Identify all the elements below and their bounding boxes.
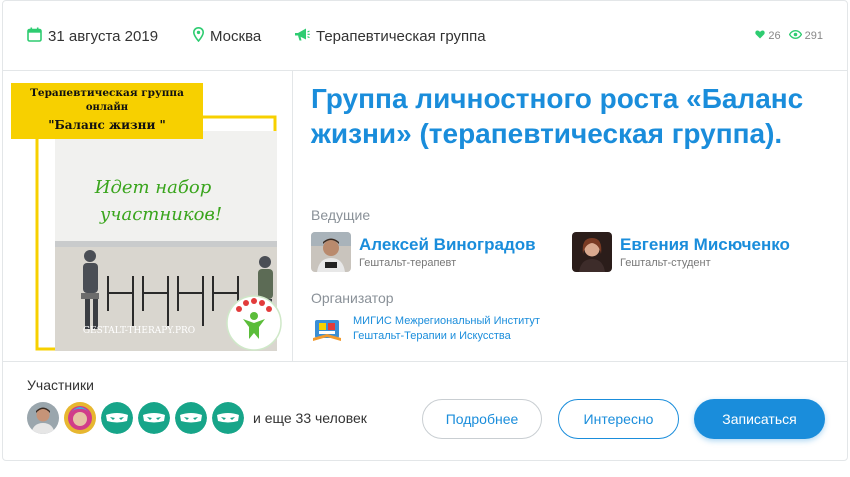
participants-label: Участники [27, 377, 94, 393]
interest-button[interactable]: Интересно [558, 399, 679, 439]
event-date-text: 31 августа 2019 [48, 28, 159, 45]
hosts-label: Ведущие [311, 207, 371, 223]
avatar[interactable] [101, 402, 133, 434]
calendar-icon [27, 27, 42, 46]
participants-section: Участники и еще 33 человек Подробнее Инт… [3, 361, 847, 461]
event-type-text: Терапевтическая группа [316, 28, 486, 45]
avatar[interactable] [27, 402, 59, 434]
event-poster[interactable]: Идет набор участников! Терапевтическая г… [3, 71, 293, 361]
participant-avatars: и еще 33 человек [27, 402, 367, 434]
event-city: Москва [192, 26, 262, 46]
likes-stat[interactable]: 26 [755, 30, 781, 42]
host-name[interactable]: Евгения Мисюченко [620, 235, 790, 255]
event-content: Группа личностного роста «Баланс жизни» … [311, 81, 841, 151]
event-card: 31 августа 2019 Москва Терапевтическая г… [2, 0, 848, 461]
organizer[interactable]: МИГИС Межрегиональный Институт Гештальт-… [311, 314, 583, 344]
join-button[interactable]: Записаться [694, 399, 825, 439]
host-card[interactable]: Евгения Мисюченко Гештальт-студент [572, 232, 790, 272]
poster-script-line2: участников! [99, 204, 222, 225]
event-stats: 26 291 [747, 30, 823, 42]
host-card[interactable]: Алексей Виноградов Гештальт-терапевт [311, 232, 536, 272]
heart-icon [755, 30, 766, 42]
poster-line2: онлайн [86, 102, 128, 113]
map-pin-icon [192, 26, 205, 46]
poster-line1: Терапевтическая группа [30, 87, 184, 99]
event-type: Терапевтическая группа [294, 27, 486, 46]
avatar[interactable] [64, 402, 96, 434]
avatar [572, 232, 612, 272]
host-name[interactable]: Алексей Виноградов [359, 235, 536, 255]
host-role: Гештальт-студент [620, 257, 711, 269]
event-meta-bar: 31 августа 2019 Москва Терапевтическая г… [3, 1, 847, 71]
eye-icon [788, 30, 802, 42]
organizer-label: Организатор [311, 290, 394, 306]
host-role: Гештальт-терапевт [359, 257, 457, 269]
participants-more[interactable]: и еще 33 человек [253, 410, 367, 426]
event-date: 31 августа 2019 [27, 27, 158, 46]
event-title[interactable]: Группа личностного роста «Баланс жизни» … [311, 81, 841, 151]
avatar[interactable] [212, 402, 244, 434]
poster-script-line1: Идет набор [94, 177, 212, 198]
avatar[interactable] [175, 402, 207, 434]
poster-line3: "Баланс жизни " [48, 118, 166, 132]
details-button[interactable]: Подробнее [422, 399, 542, 439]
views-stat: 291 [788, 30, 823, 42]
organizer-logo-icon [311, 314, 343, 344]
avatar[interactable] [138, 402, 170, 434]
views-count: 291 [804, 30, 823, 42]
likes-count: 26 [768, 30, 781, 42]
organizer-name[interactable]: МИГИС Межрегиональный Институт Гештальт-… [353, 314, 583, 344]
poster-site: GESTALT-THERAPY.PRO [83, 326, 195, 336]
avatar [311, 232, 351, 272]
event-city-text: Москва [210, 28, 262, 45]
megaphone-icon [294, 27, 310, 46]
